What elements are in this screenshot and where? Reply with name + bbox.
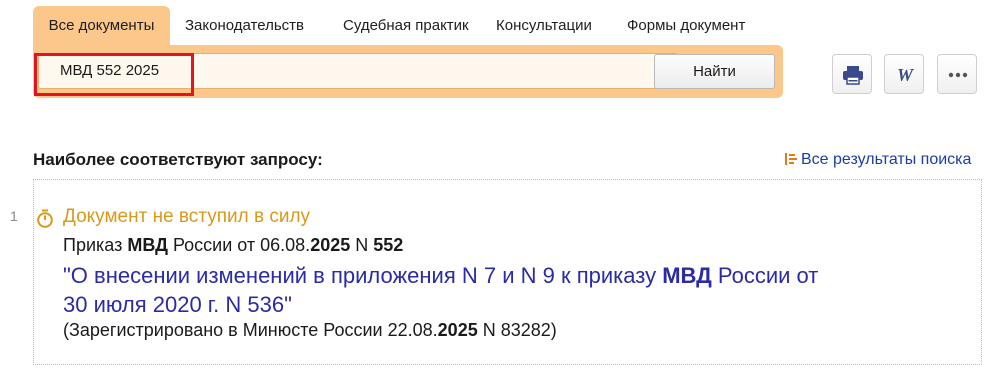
document-title-link[interactable]: "О внесении изменений в приложения N 7 и… (63, 261, 923, 319)
registration-text: (Зарегистрировано в Минюсте России 22.08… (63, 320, 438, 340)
stopwatch-icon (37, 209, 53, 228)
all-results-label: Все результаты поиска (801, 151, 972, 168)
tab-all-documents[interactable]: Все документы (33, 6, 170, 46)
tab-court-practice[interactable]: Судебная практик (325, 6, 487, 46)
meta-keyword: 552 (373, 235, 404, 255)
document-type-tabs: Все документы Законодательств Судебная п… (33, 6, 754, 46)
search-input[interactable]: МВД 552 2025 (38, 53, 678, 89)
export-word-button[interactable]: W (884, 54, 924, 94)
title-keyword: МВД (662, 263, 712, 288)
search-panel: МВД 552 2025 × Найти (33, 45, 783, 98)
svg-text:W: W (897, 65, 915, 85)
tab-consultations[interactable]: Консультации (487, 6, 614, 46)
word-export-icon: W (897, 65, 915, 85)
print-button[interactable] (832, 54, 872, 94)
printer-icon (843, 66, 863, 85)
registration-text: N 83282) (477, 320, 557, 340)
document-registration: (Зарегистрировано в Минюсте России 22.08… (63, 320, 557, 341)
results-heading: Наиболее соответствуют запросу: (33, 150, 323, 169)
document-meta: Приказ МВД России от 06.08.2025 N 552 (63, 235, 403, 256)
title-text: России от (711, 263, 819, 288)
more-icon (948, 72, 968, 78)
search-button[interactable]: Найти (654, 54, 775, 89)
more-button[interactable] (937, 54, 977, 94)
registration-keyword: 2025 (437, 320, 478, 340)
meta-keyword: 2025 (310, 235, 351, 255)
tab-legislation[interactable]: Законодательств (170, 6, 325, 46)
results-list-icon (785, 153, 797, 165)
all-results-link[interactable]: Все результаты поиска (785, 151, 971, 169)
tab-document-forms[interactable]: Формы документ (614, 6, 754, 46)
meta-keyword: МВД (127, 235, 168, 255)
result-number: 1 (10, 208, 18, 224)
document-status: Документ не вступил в силу (63, 206, 311, 227)
title-text: 30 июля 2020 г. N 536" (63, 292, 292, 317)
meta-text: N (350, 235, 374, 255)
meta-prefix: Приказ (63, 235, 128, 255)
title-text: "О внесении изменений в приложения N 7 и… (63, 263, 663, 288)
meta-text: России от 06.08. (167, 235, 311, 255)
